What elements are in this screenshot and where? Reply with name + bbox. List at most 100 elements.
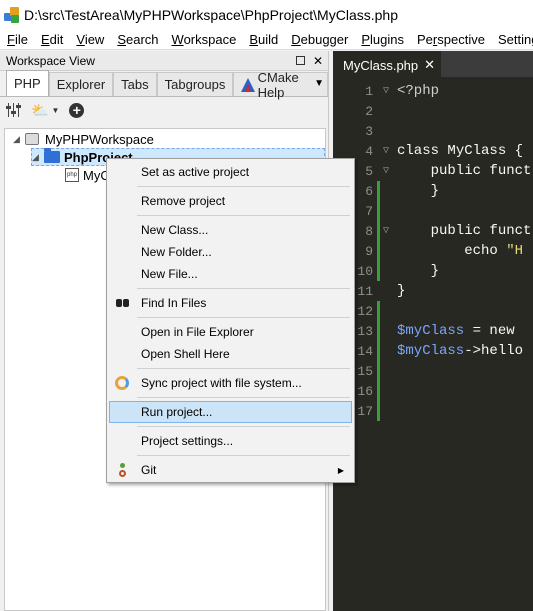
- codelite-app-icon: [4, 7, 20, 23]
- menu-project-settings[interactable]: Project settings...: [109, 430, 352, 452]
- fold-icon[interactable]: ▽: [383, 225, 397, 237]
- menu-separator: [137, 317, 350, 318]
- code-line[interactable]: 10 }: [333, 261, 533, 281]
- menu-label: New Folder...: [141, 245, 212, 259]
- tab-php[interactable]: PHP: [6, 70, 49, 96]
- settings-sliders-icon[interactable]: [6, 103, 21, 117]
- title-bar: D:\src\TestArea\MyPHPWorkspace\PhpProjec…: [0, 0, 533, 30]
- menu-separator: [137, 455, 350, 456]
- menu-separator: [137, 368, 350, 369]
- code-line[interactable]: 3: [333, 121, 533, 141]
- change-marker: [377, 121, 383, 141]
- code-line[interactable]: 13 $myClass = new: [333, 321, 533, 341]
- menu-open-shell-here[interactable]: Open Shell Here: [109, 343, 352, 365]
- code-line[interactable]: 4 ▽ class MyClass {: [333, 141, 533, 161]
- fold-icon[interactable]: ▽: [383, 85, 397, 97]
- menu-separator: [137, 215, 350, 216]
- change-marker: [377, 281, 383, 301]
- code-line[interactable]: 6 }: [333, 181, 533, 201]
- menu-edit[interactable]: Edit: [34, 32, 69, 47]
- code-token: "H: [506, 243, 524, 259]
- change-marker: [377, 401, 383, 421]
- code-token: }: [397, 183, 440, 199]
- code-line[interactable]: 5 ▽ public funct: [333, 161, 533, 181]
- menu-build[interactable]: Build: [242, 32, 284, 47]
- menu-view[interactable]: View: [69, 32, 110, 47]
- menu-open-in-file-explorer[interactable]: Open in File Explorer: [109, 321, 352, 343]
- menu-separator: [137, 426, 350, 427]
- code-line[interactable]: 11}: [333, 281, 533, 301]
- code-token: class: [397, 143, 448, 159]
- sync-icon: [114, 375, 130, 391]
- workspace-header-title: Workspace View: [6, 53, 95, 68]
- code-line[interactable]: 14 $myClass ->hello: [333, 341, 533, 361]
- code-line[interactable]: 2: [333, 101, 533, 121]
- add-icon[interactable]: +: [69, 102, 85, 118]
- menu-new-folder[interactable]: New Folder...: [109, 241, 352, 263]
- menu-label: Remove project: [141, 194, 226, 208]
- code-token: = new: [464, 323, 524, 339]
- code-token: }: [397, 263, 440, 279]
- menu-set-active-project[interactable]: Set as active project: [109, 161, 352, 183]
- menu-new-class[interactable]: New Class...: [109, 219, 352, 241]
- code-line[interactable]: 16: [333, 381, 533, 401]
- tab-explorer-label: Explorer: [56, 77, 106, 92]
- change-marker: [377, 261, 383, 281]
- menu-search[interactable]: Search: [110, 32, 164, 47]
- menu-workspace[interactable]: Workspace: [165, 32, 243, 47]
- tabs-dropdown-icon[interactable]: ▼: [314, 78, 324, 89]
- menu-new-file[interactable]: New File...: [109, 263, 352, 285]
- code-token: <?php: [397, 83, 440, 99]
- menu-label: Sync project with file system...: [141, 376, 302, 390]
- menu-label: Open in File Explorer: [141, 325, 254, 339]
- menu-label: Open Shell Here: [141, 347, 230, 361]
- code-line[interactable]: 12: [333, 301, 533, 321]
- menu-label: Find In Files: [141, 296, 207, 310]
- tab-tabs[interactable]: Tabs: [113, 72, 157, 96]
- collapse-arrow-icon[interactable]: ◢: [32, 152, 44, 163]
- tab-tabgroups-label: Tabgroups: [164, 77, 226, 92]
- menu-debugger[interactable]: Debugger: [284, 32, 354, 47]
- code-token: }: [397, 283, 406, 299]
- submenu-arrow-icon: ▶: [337, 465, 344, 475]
- menu-separator: [137, 397, 350, 398]
- code-line[interactable]: 15: [333, 361, 533, 381]
- menu-remove-project[interactable]: Remove project: [109, 190, 352, 212]
- workspace-name: MyPHPWorkspace: [45, 131, 154, 147]
- code-line[interactable]: 7: [333, 201, 533, 221]
- code-line[interactable]: 17: [333, 401, 533, 421]
- tab-explorer[interactable]: Explorer: [48, 72, 114, 96]
- tab-tabgroups[interactable]: Tabgroups: [156, 72, 234, 96]
- close-tab-icon[interactable]: ✕: [424, 57, 435, 73]
- change-marker: [377, 181, 383, 201]
- menu-settings[interactable]: Settings: [491, 32, 533, 47]
- fold-icon[interactable]: ▽: [383, 165, 397, 177]
- menu-file[interactable]: File: [0, 32, 34, 47]
- code-token: public funct: [397, 223, 532, 239]
- menu-run-project[interactable]: Run project...: [109, 401, 352, 423]
- code-token: public funct: [397, 163, 532, 179]
- editor-tab[interactable]: MyClass.php ✕: [333, 51, 442, 77]
- code-line[interactable]: 9 echo "H: [333, 241, 533, 261]
- cloud-sync-icon[interactable]: ⛅ ▼: [31, 102, 59, 119]
- window-title: D:\src\TestArea\MyPHPWorkspace\PhpProjec…: [24, 7, 398, 23]
- change-marker: [377, 361, 383, 381]
- code-token: echo: [397, 243, 507, 259]
- menu-sync-project[interactable]: Sync project with file system...: [109, 372, 352, 394]
- menu-git[interactable]: Git ▶: [109, 459, 352, 481]
- change-marker: [377, 301, 383, 321]
- restore-icon[interactable]: [294, 55, 306, 67]
- code-line[interactable]: 1 ▽ <?php: [333, 81, 533, 101]
- change-marker: [377, 341, 383, 361]
- menu-perspective[interactable]: Perspective: [410, 32, 491, 47]
- code-line[interactable]: 8 ▽ public funct: [333, 221, 533, 241]
- close-icon[interactable]: ✕: [312, 55, 324, 67]
- collapse-arrow-icon[interactable]: ◢: [13, 134, 25, 145]
- editor-pane: MyClass.php ✕ 1 ▽ <?php 2 3 4 ▽ class MyClass {…: [333, 51, 533, 611]
- menu-bar: File Edit View Search Workspace Build Debugger…: [0, 30, 533, 50]
- change-marker: [377, 321, 383, 341]
- menu-find-in-files[interactable]: Find In Files: [109, 292, 352, 314]
- fold-icon[interactable]: ▽: [383, 145, 397, 157]
- menu-plugins[interactable]: Plugins: [354, 32, 410, 47]
- tree-item-workspace[interactable]: ◢ MyPHPWorkspace: [13, 130, 154, 148]
